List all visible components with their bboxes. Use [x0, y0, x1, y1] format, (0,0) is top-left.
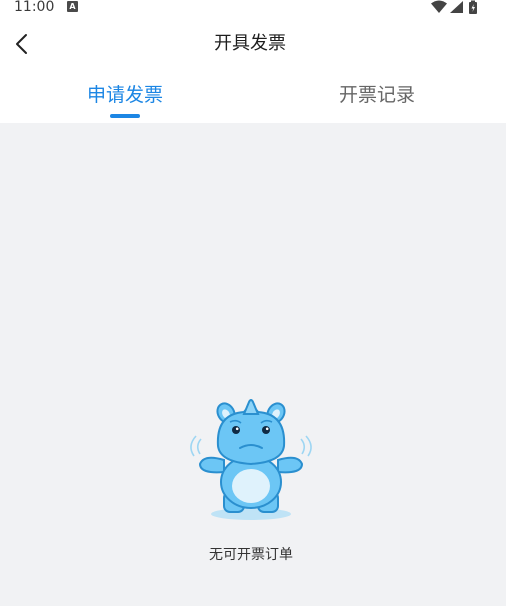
app-header: 开具发票	[0, 16, 506, 72]
tab-label: 申请发票	[86, 84, 163, 106]
active-tab-indicator	[110, 114, 140, 118]
status-time: 11:00	[14, 0, 55, 15]
status-icons	[430, 0, 490, 14]
status-bar: 11:00 A	[0, 0, 506, 16]
content-area: 无可开票订单	[0, 123, 506, 606]
rhino-mascot-illustration	[184, 396, 318, 526]
a-icon: A	[67, 1, 78, 12]
tab-bar: 申请发票 开票记录	[0, 72, 506, 123]
tab-apply-invoice[interactable]: 申请发票	[60, 72, 190, 123]
signal-icon	[450, 1, 463, 13]
wifi-icon	[431, 0, 447, 13]
page-title: 开具发票	[214, 33, 286, 54]
tab-invoice-records[interactable]: 开票记录	[312, 72, 442, 123]
empty-state-message: 无可开票订单	[209, 547, 293, 563]
battery-icon	[469, 0, 477, 14]
tab-label: 开票记录	[338, 84, 415, 106]
